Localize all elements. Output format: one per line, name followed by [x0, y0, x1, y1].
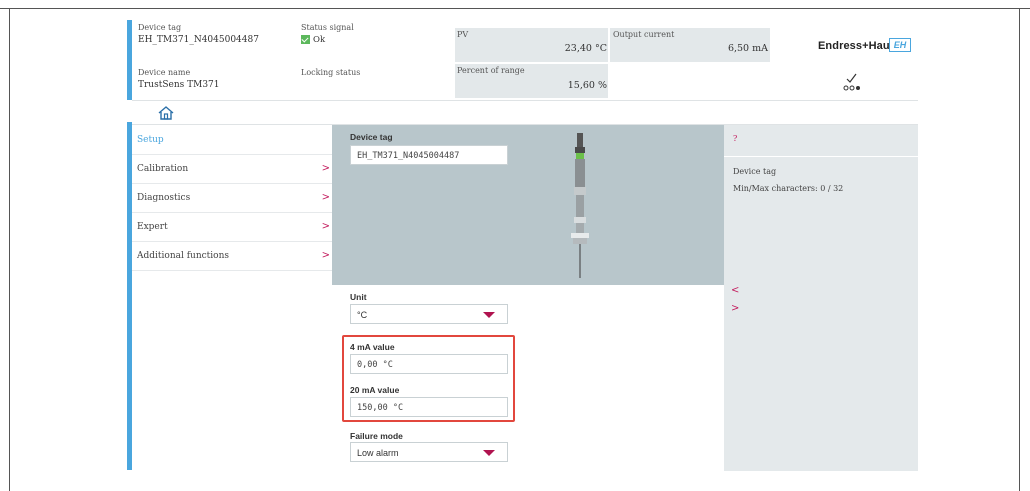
connection-status-icon[interactable]	[842, 70, 862, 92]
device-tag-input[interactable]: EH_TM371_N4045004487	[350, 145, 508, 165]
unit-select[interactable]: °C	[350, 304, 508, 324]
collapse-left-icon[interactable]: <	[731, 285, 739, 296]
20ma-field-label: 20 mA value	[350, 385, 400, 395]
status-signal-value: Ok	[313, 35, 326, 45]
percent-label: Percent of range	[457, 66, 525, 75]
device-tag-value: EH_TM371_N4045004487	[138, 35, 259, 45]
4ma-field-label: 4 mA value	[350, 342, 395, 352]
locking-status-label: Locking status	[301, 68, 361, 77]
help-question-icon[interactable]: ?	[733, 134, 737, 143]
nav-item-expert[interactable]: Expert >	[132, 213, 332, 242]
expand-right-icon[interactable]: >	[731, 303, 739, 314]
device-name-label: Device name	[138, 68, 191, 77]
failure-mode-selected-value: Low alarm	[357, 448, 399, 458]
output-current-label: Output current	[613, 30, 675, 39]
output-current-value: 6,50 mA	[727, 43, 768, 54]
status-signal-label: Status signal	[301, 23, 354, 32]
frame-left-border	[9, 8, 10, 491]
unit-selected-value: °C	[357, 310, 368, 320]
nav-item-label: Additional functions	[137, 251, 230, 261]
pv-label: PV	[457, 30, 469, 39]
nav-item-additional-functions[interactable]: Additional functions >	[132, 242, 332, 271]
help-panel	[724, 125, 918, 471]
nav-item-label: Diagnostics	[137, 193, 191, 203]
side-accent-gap	[127, 100, 132, 122]
status-ok-icon	[301, 35, 310, 44]
nav-item-label: Setup	[137, 135, 164, 145]
chevron-right-icon: >	[321, 163, 330, 174]
failure-mode-select[interactable]: Low alarm	[350, 442, 508, 462]
help-divider	[724, 156, 918, 157]
chevron-right-icon: >	[321, 221, 330, 232]
sidebar-nav: Setup Calibration > Diagnostics > Expert…	[132, 126, 332, 271]
4ma-value-input[interactable]: 0,00 °C	[350, 354, 508, 374]
nav-item-label: Expert	[137, 222, 168, 232]
nav-item-label: Calibration	[137, 164, 189, 174]
help-text: Min/Max characters: 0 / 32	[733, 184, 844, 193]
device-tag-label: Device tag	[138, 23, 182, 32]
device-tag-field-label: Device tag	[350, 132, 393, 142]
frame-right-border	[1019, 8, 1020, 491]
nav-item-setup[interactable]: Setup	[132, 126, 332, 155]
home-icon[interactable]	[157, 105, 175, 121]
brand-logo: EH	[889, 38, 911, 52]
pv-value: 23,40 °C	[564, 43, 607, 54]
help-title: Device tag	[733, 167, 777, 176]
chevron-right-icon: >	[321, 192, 330, 203]
unit-field-label: Unit	[350, 292, 367, 302]
nav-item-diagnostics[interactable]: Diagnostics >	[132, 184, 332, 213]
device-name-value: TrustSens TM371	[138, 80, 220, 90]
failure-mode-field-label: Failure mode	[350, 431, 403, 441]
dropdown-arrow-icon	[483, 312, 495, 318]
status-signal: Ok	[301, 35, 325, 45]
20ma-value-input[interactable]: 150,00 °C	[350, 397, 508, 417]
header-divider	[132, 100, 918, 101]
chevron-right-icon: >	[321, 250, 330, 261]
percent-value: 15,60 %	[567, 80, 607, 91]
dropdown-arrow-icon	[483, 450, 495, 456]
nav-item-calibration[interactable]: Calibration >	[132, 155, 332, 184]
sensor-device-image	[571, 133, 589, 278]
frame-top-border	[0, 8, 1030, 9]
